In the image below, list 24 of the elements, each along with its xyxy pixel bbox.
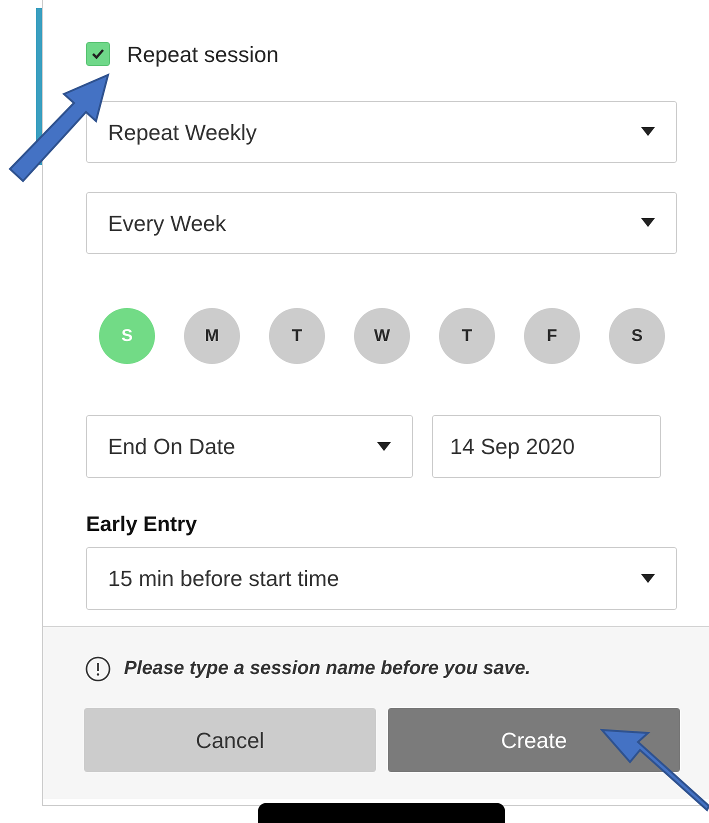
day-toggle[interactable]: T [439,308,495,364]
caret-icon [377,442,391,452]
caret-icon [641,218,655,228]
create-button[interactable]: Create [388,708,680,772]
caret-icon [641,574,655,584]
frequency-select[interactable]: Repeat Weekly [86,101,677,163]
caret-icon [641,127,655,137]
arrow-icon [8,73,110,185]
cancel-button[interactable]: Cancel [84,708,376,772]
early-entry-select[interactable]: 15 min before start time [86,547,677,610]
day-toggle[interactable]: M [184,308,240,364]
end-type-select[interactable]: End On Date [86,415,413,478]
day-toggle[interactable]: S [609,308,665,364]
early-entry-label: Early Entry [86,512,198,538]
check-icon [91,48,105,60]
checkbox-label: Repeat session [127,40,279,69]
day-toggle[interactable]: W [354,308,410,364]
info-icon [85,656,111,682]
day-toggle[interactable]: T [269,308,325,364]
checkbox[interactable] [86,42,110,66]
notice-text: Please type a session name before you save. [124,656,531,681]
date-field[interactable]: 14 Sep 2020 [432,415,661,478]
interval-select[interactable]: Every Week [86,192,677,254]
day-toggle[interactable]: F [524,308,580,364]
